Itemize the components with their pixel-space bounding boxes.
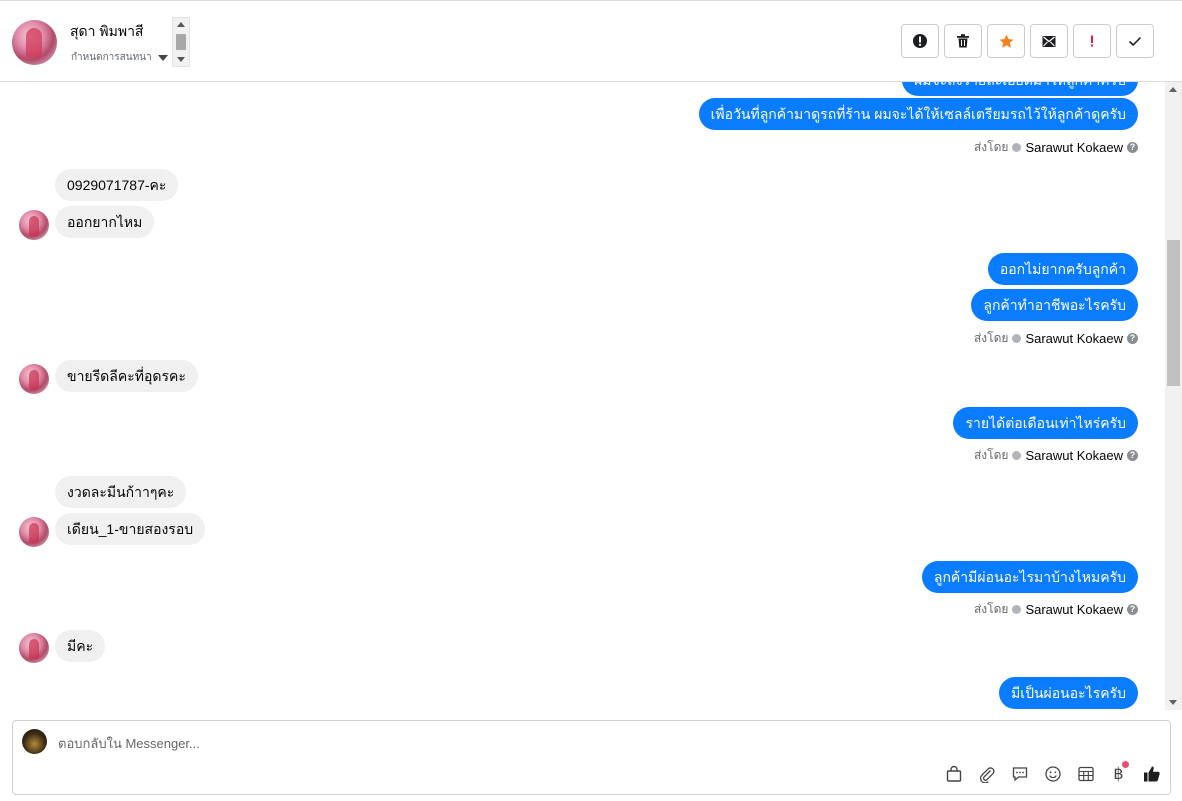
conversation-actions [901, 24, 1154, 58]
mark-spam-button[interactable] [901, 24, 939, 58]
help-icon[interactable]: ? [1127, 142, 1138, 153]
agent-name: Sarawut Kokaew [1025, 602, 1123, 617]
help-icon[interactable]: ? [1127, 333, 1138, 344]
follow-up-button[interactable] [1073, 24, 1111, 58]
sent-by-line: ส่งโดย Sarawut Kokaew ? [974, 138, 1138, 157]
contact-avatar-small [19, 210, 49, 240]
shopping-bag-icon [946, 765, 961, 782]
sent-by-label: ส่งโดย [973, 448, 1009, 462]
incoming-message[interactable]: ออกยากไหม [55, 206, 155, 238]
sent-by-label: ส่งโดย [973, 331, 1009, 345]
check-icon [1128, 36, 1142, 47]
table-grid-icon [1077, 766, 1094, 781]
sent-by-line: ส่งโดย Sarawut Kokaew ? [974, 329, 1138, 348]
chat-bubble-icon [1012, 766, 1027, 781]
shop-button[interactable] [943, 763, 964, 784]
star-icon [998, 33, 1014, 48]
outgoing-message[interactable]: ออกไม่ยากครับลูกค้า [987, 253, 1138, 285]
star-button[interactable] [987, 24, 1025, 58]
incoming-message[interactable]: ขายรีดลีคะที่อุดรคะ [55, 360, 198, 392]
paperclip-icon [979, 766, 994, 783]
reply-input[interactable] [58, 733, 918, 753]
contact-avatar-small [19, 633, 49, 663]
done-button[interactable] [1116, 24, 1154, 58]
incoming-message[interactable]: เดียน_1-ขายสองรอบ [55, 513, 206, 545]
header-scrollbar[interactable] [172, 17, 190, 67]
scroll-down-arrow-icon[interactable] [1169, 700, 1177, 705]
like-button[interactable] [1141, 763, 1162, 784]
saved-replies-button[interactable] [1009, 763, 1030, 784]
attach-button[interactable] [976, 763, 997, 784]
delete-button[interactable] [944, 24, 982, 58]
appointment-button[interactable] [1075, 763, 1096, 784]
outgoing-message[interactable]: ลูกค้ามีผ่อนอะไรมาบ้างไหมครับ [921, 561, 1138, 593]
contact-name[interactable]: สุดา พิมพาสี [70, 21, 143, 43]
trash-icon [957, 34, 969, 48]
outgoing-message[interactable]: รายได้ต่อเดือนเท่าไหร่ครับ [953, 407, 1138, 439]
mark-unread-button[interactable] [1030, 24, 1068, 58]
scroll-up-arrow-icon[interactable] [1169, 87, 1177, 92]
outgoing-message[interactable]: ลูกค้าทำอาชีพอะไรครับ [971, 289, 1138, 321]
verified-icon [1012, 143, 1022, 152]
agent-name: Sarawut Kokaew [1025, 448, 1123, 463]
exclamation-icon [1091, 35, 1093, 47]
page-avatar [22, 729, 47, 754]
scroll-thumb[interactable] [1167, 240, 1180, 386]
assign-conversation-label: กำหนดการสนทนา [71, 52, 152, 63]
verified-icon [1012, 451, 1022, 460]
message-thread[interactable]: ผมจะส่งรายละเอียดมาให้ลูกค้าครับ เพื่อวั… [0, 82, 1165, 710]
mail-unread-icon [1042, 36, 1056, 47]
composer-toolbar: ฿ [943, 761, 1162, 784]
sent-by-label: ส่งโดย [973, 140, 1009, 154]
caret-down-icon [157, 54, 168, 61]
help-icon[interactable]: ? [1127, 604, 1138, 615]
payment-button[interactable]: ฿ [1108, 761, 1129, 784]
reply-composer: ฿ [12, 720, 1171, 795]
sent-by-line: ส่งโดย Sarawut Kokaew ? [974, 600, 1138, 619]
sent-by-label: ส่งโดย [973, 602, 1009, 616]
outgoing-message[interactable]: ผมจะส่งรายละเอียดมาให้ลูกค้าครับ [902, 82, 1138, 96]
smiley-icon [1044, 765, 1061, 782]
help-icon[interactable]: ? [1127, 450, 1138, 461]
thumbs-up-icon [1143, 766, 1160, 781]
scroll-thumb[interactable] [176, 34, 186, 50]
contact-avatar[interactable] [12, 20, 57, 65]
incoming-message[interactable]: 0929071787-คะ [55, 169, 179, 201]
alert-circle-icon [913, 34, 927, 48]
incoming-message[interactable]: งวดละมีนก้าาๆคะ [55, 476, 187, 508]
verified-icon [1012, 605, 1022, 614]
scroll-down-arrow-icon[interactable] [177, 57, 185, 62]
emoji-button[interactable] [1042, 763, 1063, 784]
incoming-message[interactable]: มีคะ [55, 630, 106, 662]
verified-icon [1012, 334, 1022, 343]
contact-avatar-small [19, 364, 49, 394]
scroll-up-arrow-icon[interactable] [177, 22, 185, 27]
notification-dot [1122, 761, 1129, 768]
sent-by-line: ส่งโดย Sarawut Kokaew ? [974, 446, 1138, 465]
assign-conversation-dropdown[interactable]: กำหนดการสนทนา [71, 50, 168, 65]
agent-name: Sarawut Kokaew [1025, 140, 1123, 155]
thread-scrollbar[interactable] [1165, 82, 1182, 710]
conversation-header: สุดา พิมพาสี กำหนดการสนทนา [0, 0, 1182, 82]
outgoing-message[interactable]: มีเป็นผ่อนอะไรครับ [999, 677, 1138, 709]
contact-avatar-small [19, 517, 49, 547]
outgoing-message[interactable]: เพื่อวันที่ลูกค้ามาดูรถที่ร้าน ผมจะได้ให… [698, 98, 1138, 130]
agent-name: Sarawut Kokaew [1025, 331, 1123, 346]
